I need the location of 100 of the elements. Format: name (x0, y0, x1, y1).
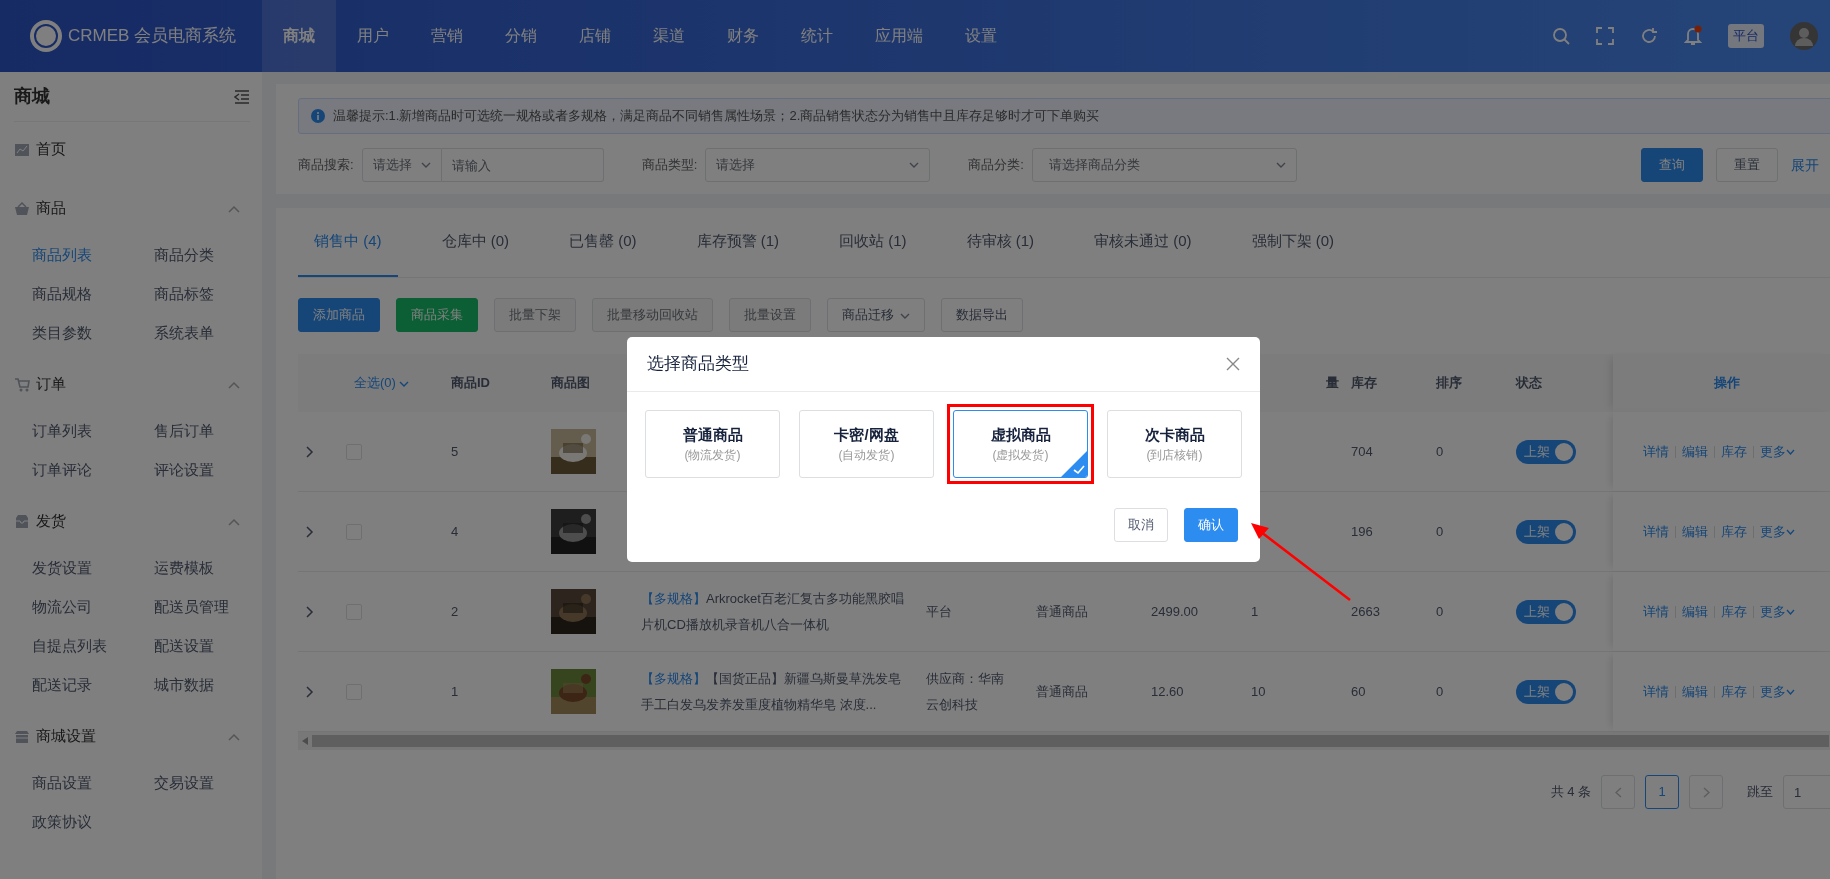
sidebar-group-title[interactable]: 商城设置 (36, 725, 96, 748)
tab[interactable]: 审核未通过 (0) (1078, 208, 1208, 277)
action-link[interactable]: 库存 (1721, 681, 1747, 702)
expand-icon[interactable] (306, 605, 314, 618)
avatar-icon[interactable] (1790, 22, 1818, 50)
chevron-up-icon[interactable] (228, 204, 240, 213)
chevron-up-icon[interactable] (228, 517, 240, 526)
action-link[interactable]: 详情 (1643, 601, 1669, 622)
action-link[interactable]: 详情 (1643, 441, 1669, 462)
sidebar-item[interactable]: 订单列表 (32, 412, 154, 451)
nav-tab[interactable]: 财务 (706, 0, 780, 72)
tab[interactable]: 已售罄 (0) (553, 208, 653, 277)
expand-link[interactable]: 展开 (1791, 154, 1819, 176)
nav-tab[interactable]: 统计 (780, 0, 854, 72)
nav-tab[interactable]: 分销 (484, 0, 558, 72)
sidebar-item[interactable]: 订单评论 (32, 451, 154, 490)
tab[interactable]: 待审核 (1) (950, 208, 1050, 277)
search-icon[interactable] (1552, 27, 1570, 45)
sidebar-item[interactable]: 商品规格 (32, 275, 154, 314)
product-type-option[interactable]: 次卡商品 (到店核销) (1107, 410, 1242, 478)
tab[interactable]: 库存预警 (1) (680, 208, 795, 277)
sidebar-item[interactable]: 商品分类 (154, 236, 276, 275)
status-switch[interactable]: 上架 (1516, 679, 1576, 704)
sidebar-item[interactable]: 配送记录 (32, 666, 154, 705)
bell-icon[interactable] (1684, 25, 1702, 47)
select-all-toggle[interactable]: 全选(0) (346, 373, 409, 393)
status-switch[interactable]: 上架 (1516, 439, 1576, 464)
sidebar-item[interactable]: 发货设置 (32, 549, 154, 588)
action-link[interactable]: 详情 (1643, 521, 1669, 542)
nav-tab[interactable]: 设置 (944, 0, 1018, 72)
nav-tab[interactable]: 营销 (410, 0, 484, 72)
action-link[interactable]: 编辑 (1682, 681, 1708, 702)
expand-icon[interactable] (306, 685, 314, 698)
toolbar-button[interactable]: 添加商品 (298, 298, 380, 332)
fullscreen-icon[interactable] (1596, 27, 1614, 45)
confirm-button[interactable]: 确认 (1184, 508, 1238, 542)
reset-button[interactable]: 重置 (1716, 148, 1778, 182)
page-button[interactable]: 1 (1645, 775, 1679, 809)
tab[interactable]: 仓库中 (0) (425, 208, 525, 277)
action-link[interactable]: 更多 (1760, 681, 1795, 702)
prev-page-button[interactable] (1601, 775, 1635, 809)
sidebar-item[interactable]: 商品设置 (32, 764, 154, 803)
horizontal-scrollbar[interactable] (298, 732, 1830, 750)
sidebar-item[interactable]: 评论设置 (154, 451, 276, 490)
sidebar-item[interactable]: 政策协议 (32, 803, 154, 842)
type-select[interactable]: 请选择 (705, 148, 931, 182)
sidebar-item[interactable]: 配送设置 (154, 627, 276, 666)
action-link[interactable]: 库存 (1721, 521, 1747, 542)
sidebar-item[interactable]: 运费模板 (154, 549, 276, 588)
sidebar-item[interactable]: 首页 (36, 138, 66, 161)
sidebar-item[interactable]: 商品列表 (32, 236, 154, 275)
expand-icon[interactable] (306, 445, 314, 458)
action-link[interactable]: 更多 (1760, 601, 1795, 622)
status-switch[interactable]: 上架 (1516, 519, 1576, 544)
action-link[interactable]: 编辑 (1682, 441, 1708, 462)
sidebar-item[interactable]: 城市数据 (154, 666, 276, 705)
sidebar-item[interactable]: 商品标签 (154, 275, 276, 314)
sidebar-item[interactable]: 售后订单 (154, 412, 276, 451)
query-button[interactable]: 查询 (1641, 148, 1703, 182)
product-type-option[interactable]: 虚拟商品 (虚拟发货) (953, 410, 1088, 478)
tab[interactable]: 强制下架 (0) (1235, 208, 1350, 277)
nav-tab[interactable]: 用户 (336, 0, 410, 72)
nav-tab[interactable]: 店铺 (558, 0, 632, 72)
product-type-option[interactable]: 卡密/网盘 (自动发货) (799, 410, 934, 478)
search-type-select[interactable]: 请选择 (361, 148, 442, 182)
chevron-up-icon[interactable] (228, 380, 240, 389)
toolbar-button[interactable]: 数据导出 (941, 298, 1023, 332)
status-switch[interactable]: 上架 (1516, 599, 1576, 624)
sidebar-group-title[interactable]: 商品 (36, 197, 66, 220)
refresh-icon[interactable] (1640, 27, 1658, 45)
nav-tab[interactable]: 渠道 (632, 0, 706, 72)
tab[interactable]: 销售中 (4) (298, 208, 398, 277)
sidebar-item[interactable]: 交易设置 (154, 764, 276, 803)
menu-collapse-icon[interactable] (234, 89, 250, 104)
sidebar-item[interactable]: 类目参数 (32, 314, 154, 353)
tab[interactable]: 回收站 (1) (823, 208, 923, 277)
scroll-left-icon[interactable] (302, 737, 308, 745)
nav-tab[interactable]: 应用端 (854, 0, 944, 72)
action-link[interactable]: 详情 (1643, 681, 1669, 702)
action-link[interactable]: 编辑 (1682, 521, 1708, 542)
sidebar-item[interactable]: 配送员管理 (154, 588, 276, 627)
toolbar-button[interactable]: 商品迁移 (827, 298, 925, 332)
sidebar-group-title[interactable]: 发货 (36, 510, 66, 533)
action-link[interactable]: 更多 (1760, 441, 1795, 462)
toolbar-button[interactable]: 商品采集 (396, 298, 478, 332)
action-link[interactable]: 库存 (1721, 441, 1747, 462)
category-select[interactable]: 请选择商品分类 (1031, 148, 1297, 182)
sidebar-item[interactable]: 自提点列表 (32, 627, 154, 666)
action-link[interactable]: 更多 (1760, 521, 1795, 542)
next-page-button[interactable] (1689, 775, 1723, 809)
expand-icon[interactable] (306, 525, 314, 538)
product-type-option[interactable]: 普通商品 (物流发货) (645, 410, 780, 478)
sidebar-group-title[interactable]: 订单 (36, 373, 66, 396)
sidebar-item[interactable]: 系统表单 (154, 314, 276, 353)
search-field[interactable]: 请输入 (441, 148, 604, 182)
action-link[interactable]: 库存 (1721, 601, 1747, 622)
action-link[interactable]: 编辑 (1682, 601, 1708, 622)
close-icon[interactable] (1226, 357, 1240, 371)
chevron-up-icon[interactable] (228, 732, 240, 741)
page-jump-field[interactable]: 1 (1783, 775, 1830, 809)
